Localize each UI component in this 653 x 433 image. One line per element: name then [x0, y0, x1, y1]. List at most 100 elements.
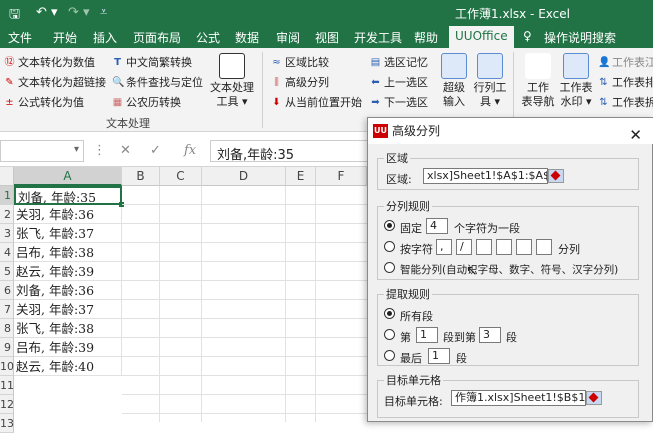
range-select-icon[interactable] — [586, 391, 602, 405]
target-cell-input[interactable]: 作簿1.xlsx]Sheet1!$B$1 — [451, 390, 586, 406]
tab-home[interactable]: 开始 — [53, 29, 77, 46]
row-header[interactable]: 8 — [0, 319, 14, 338]
column-header[interactable]: E — [286, 167, 316, 186]
char-suffix: 分列 — [558, 243, 580, 256]
row-header[interactable]: 6 — [0, 281, 14, 300]
undo-icon[interactable]: ↶ ▾ — [36, 5, 58, 20]
region-input[interactable]: xlsx]Sheet1!$A$1:$A$10 — [423, 168, 548, 184]
row-header[interactable]: 4 — [0, 243, 14, 262]
row-header[interactable]: 3 — [0, 224, 14, 243]
tab-review[interactable]: 审阅 — [276, 29, 300, 46]
conditional-find-button[interactable]: 🔍 条件查找与定位 — [112, 74, 203, 90]
simplified-traditional-button[interactable]: T 中文简繁转换 — [112, 54, 192, 70]
target-cell-label: 目标单元格: — [384, 395, 443, 408]
next-selection-button[interactable]: ➡ 下一选区 — [370, 94, 428, 110]
super-input-button[interactable]: 超级 输入 — [439, 53, 469, 109]
lunar-calendar-button[interactable]: ▦ 公农历转换 — [112, 94, 181, 110]
close-icon[interactable]: ✕ — [629, 122, 642, 148]
text-to-hyperlink-button[interactable]: ✎ 文本转化为超链接 — [4, 74, 106, 90]
char-radio[interactable] — [384, 241, 395, 252]
sheet-item-1-button[interactable]: 👤 工作表江 — [598, 54, 653, 70]
cell-a7[interactable]: 关羽, 年龄:37 — [14, 300, 122, 319]
cell-a2[interactable]: 关羽, 年龄:36 — [14, 205, 122, 224]
text-tools-button[interactable]: 文本处理 工具 ▾ — [208, 53, 256, 109]
cell-a8[interactable]: 张飞, 年龄:38 — [14, 319, 122, 338]
sheet-split-button[interactable]: ⇅ 工作表拆 — [598, 94, 653, 110]
row-header[interactable]: 7 — [0, 300, 14, 319]
formula-to-value-button[interactable]: ± 公式转化为值 — [4, 94, 84, 110]
empty-cells[interactable] — [122, 186, 367, 422]
char-input-1[interactable]: , — [436, 239, 452, 255]
tab-search[interactable]: 操作说明搜索 — [544, 29, 616, 46]
text-to-number-button[interactable]: ⑫ 文本转化为数值 — [4, 54, 96, 70]
customize-icon[interactable]: ⩡ — [100, 5, 107, 20]
last-count-input[interactable]: 1 — [428, 348, 450, 364]
sheet-sort-button[interactable]: ⇅ 工作表排 — [598, 74, 653, 90]
cell-a9[interactable]: 吕布, 年龄:39 — [14, 338, 122, 357]
tab-page-layout[interactable]: 页面布局 — [133, 29, 181, 46]
cell-a3[interactable]: 张飞, 年龄:37 — [14, 224, 122, 243]
cell-a4[interactable]: 吕布, 年龄:38 — [14, 243, 122, 262]
tab-data[interactable]: 数据 — [235, 29, 259, 46]
sheet-navigation-button[interactable]: 工作 表导航 — [520, 53, 556, 109]
row-col-tools-button[interactable]: 行列工具 ▾ — [472, 53, 508, 109]
compare-icon: ≈ — [272, 56, 281, 68]
tab-help[interactable]: 帮助 — [414, 29, 438, 46]
sheet-watermark-button[interactable]: 工作表 水印 ▾ — [558, 53, 594, 109]
char-input-4[interactable] — [496, 239, 512, 255]
all-segments-radio[interactable] — [384, 308, 395, 319]
sort-icon: ⇅ — [599, 96, 608, 108]
row-header[interactable]: 12 — [0, 395, 14, 414]
tab-view[interactable]: 视图 — [315, 29, 339, 46]
name-box[interactable]: ▾ — [0, 140, 84, 162]
cell-a6[interactable]: 刘备, 年龄:36 — [14, 281, 122, 300]
confirm-icon[interactable]: ✓ — [150, 143, 161, 158]
range-to-input[interactable]: 3 — [479, 327, 501, 343]
cell-a5[interactable]: 赵云, 年龄:39 — [14, 262, 122, 281]
tab-uuoffice[interactable]: UUOffice — [449, 26, 514, 48]
row-header[interactable]: 1 — [0, 186, 14, 205]
function-icon[interactable]: fx — [184, 143, 196, 158]
last-segments-radio[interactable] — [384, 350, 395, 361]
column-header[interactable]: F — [316, 167, 367, 186]
range-segments-radio[interactable] — [384, 329, 395, 340]
tab-file[interactable]: 文件 — [8, 29, 32, 46]
char-input-6[interactable] — [536, 239, 552, 255]
column-header[interactable]: A — [14, 167, 122, 186]
row-header[interactable]: 10 — [0, 357, 14, 376]
row-header[interactable]: 2 — [0, 205, 14, 224]
cancel-icon[interactable]: ✕ — [120, 143, 131, 158]
cell-a10[interactable]: 赵云, 年龄:40 — [14, 357, 122, 376]
char-input-2[interactable]: / — [456, 239, 472, 255]
tab-formulas[interactable]: 公式 — [196, 29, 220, 46]
column-header[interactable]: C — [160, 167, 202, 186]
advanced-split-button[interactable]: ⫼ 高级分列 — [271, 74, 329, 90]
selection-memory-button[interactable]: ▤ 选区记忆 — [370, 54, 428, 70]
row-header[interactable]: 11 — [0, 376, 14, 395]
tab-developer[interactable]: 开发工具 — [354, 29, 402, 46]
region-label: 区域: — [386, 173, 412, 186]
smart-radio[interactable] — [384, 262, 395, 273]
from-current-button[interactable]: ⬇ 从当前位置开始 — [271, 94, 362, 110]
char-input-3[interactable] — [476, 239, 492, 255]
previous-selection-button[interactable]: ⬅ 上一选区 — [370, 74, 428, 90]
cell-a1[interactable]: 刘备, 年龄:35 — [14, 186, 122, 205]
redo-icon[interactable]: ↷ ▾ — [68, 5, 90, 20]
range-select-icon[interactable] — [548, 169, 564, 183]
tab-insert[interactable]: 插入 — [93, 29, 117, 46]
row-header[interactable]: 5 — [0, 262, 14, 281]
char-input-5[interactable] — [516, 239, 532, 255]
range-compare-button[interactable]: ≈ 区域比较 — [271, 54, 329, 70]
mouse-cursor-icon: ↖ — [466, 263, 478, 279]
column-header[interactable]: B — [122, 167, 160, 186]
uu-logo-icon: UU — [373, 124, 388, 138]
fixed-count-input[interactable]: 4 — [426, 218, 448, 234]
fixed-radio[interactable] — [384, 220, 395, 231]
row-header[interactable]: 13 — [0, 414, 14, 433]
column-header[interactable]: D — [202, 167, 286, 186]
chevron-down-icon[interactable]: ▾ — [74, 144, 79, 155]
select-all-corner[interactable] — [0, 167, 14, 186]
extract-rule-fieldset: 提取规则 所有段 第 1 段到第 3 段 最后 1 段 — [377, 286, 639, 366]
range-from-input[interactable]: 1 — [416, 327, 438, 343]
row-header[interactable]: 9 — [0, 338, 14, 357]
